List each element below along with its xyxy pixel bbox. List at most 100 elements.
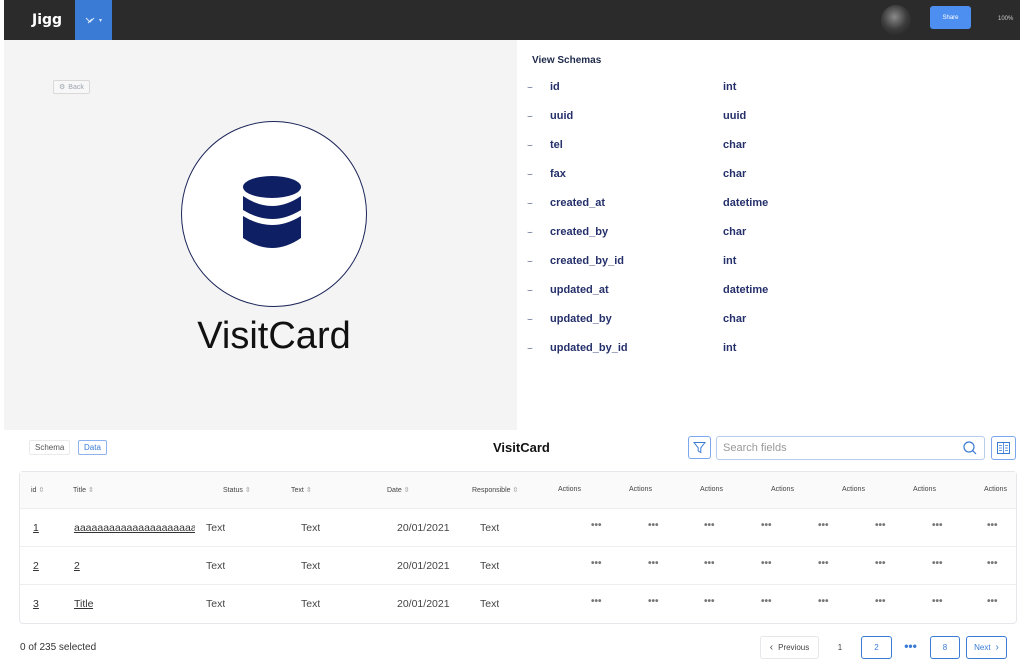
page-ellipsis[interactable]: •••: [898, 634, 923, 657]
eye-closed-icon[interactable]: ⌣: [527, 314, 541, 325]
cell-id[interactable]: 2: [33, 560, 39, 572]
more-actions-icon[interactable]: •••: [761, 558, 772, 569]
column-header[interactable]: Status ⇳: [223, 486, 251, 494]
field-name: id: [550, 81, 560, 93]
more-actions-icon[interactable]: •••: [875, 558, 886, 569]
eye-closed-icon[interactable]: ⌣: [527, 82, 541, 93]
user-avatar[interactable]: [881, 5, 911, 35]
share-button[interactable]: Share: [930, 6, 971, 29]
more-actions-icon[interactable]: •••: [704, 596, 715, 607]
search-icon[interactable]: [962, 440, 978, 456]
chevron-left-icon: ‹: [769, 642, 774, 653]
column-header[interactable]: id ⇳: [31, 486, 44, 494]
next-button[interactable]: Next ›: [966, 636, 1007, 659]
column-header[interactable]: Text ⇳: [291, 486, 312, 494]
column-header-label: Actions: [913, 486, 936, 493]
eye-closed-icon[interactable]: ⌣: [527, 140, 541, 151]
sort-icon[interactable]: ⇳: [404, 487, 410, 494]
sort-icon[interactable]: ⇳: [88, 487, 94, 494]
page-2[interactable]: 2: [861, 636, 892, 659]
page-8[interactable]: 8: [930, 636, 960, 659]
more-actions-icon[interactable]: •••: [987, 558, 998, 569]
eye-closed-icon[interactable]: ⌣: [527, 285, 541, 296]
schema-field-row[interactable]: ⌣ tel char: [527, 135, 1007, 155]
table-row[interactable]: 1 aaaaaaaaaaaaaaaaaaaaaaaaa Text Text 20/01/…: [20, 509, 1016, 547]
eye-closed-icon[interactable]: ⌣: [527, 169, 541, 180]
sort-icon[interactable]: ⇳: [245, 487, 251, 494]
cell-title[interactable]: aaaaaaaaaaaaaaaaaaaaaaaaa: [74, 522, 195, 534]
more-actions-icon[interactable]: •••: [875, 596, 886, 607]
more-actions-icon[interactable]: •••: [987, 520, 998, 531]
back-button[interactable]: ⚙ Back: [53, 80, 90, 94]
schema-field-row[interactable]: ⌣ created_by_id int: [527, 251, 1007, 271]
columns-icon: [997, 442, 1010, 454]
zoom-level[interactable]: 100%: [998, 16, 1013, 22]
more-actions-icon[interactable]: •••: [704, 558, 715, 569]
cell-status: Text: [206, 522, 226, 534]
gear-icon: ⚙: [59, 84, 66, 91]
more-actions-icon[interactable]: •••: [932, 596, 943, 607]
more-actions-icon[interactable]: •••: [987, 596, 998, 607]
more-actions-icon[interactable]: •••: [591, 596, 602, 607]
schema-field-row[interactable]: ⌣ fax char: [527, 164, 1007, 184]
sort-icon[interactable]: ⇳: [513, 487, 519, 494]
more-actions-icon[interactable]: •••: [818, 596, 829, 607]
eye-closed-icon[interactable]: ⌣: [527, 227, 541, 238]
previous-button[interactable]: ‹ Previous: [760, 636, 819, 659]
eye-closed-icon[interactable]: ⌣: [527, 343, 541, 354]
field-type: char: [723, 139, 747, 151]
column-header[interactable]: Responsible ⇳: [472, 486, 518, 494]
eye-closed-icon[interactable]: ⌣: [527, 256, 541, 267]
chevron-down-icon: ▾: [98, 17, 102, 24]
more-actions-icon[interactable]: •••: [648, 558, 659, 569]
more-actions-icon[interactable]: •••: [648, 596, 659, 607]
search-field[interactable]: Search fields: [716, 436, 985, 460]
column-header[interactable]: Date ⇳: [387, 486, 410, 494]
column-header: Actions: [700, 486, 723, 493]
column-header-label: Actions: [558, 486, 581, 493]
entity-name: VisitCard: [197, 315, 351, 357]
more-actions-icon[interactable]: •••: [761, 596, 772, 607]
eye-closed-icon[interactable]: ⌣: [527, 198, 541, 209]
more-actions-icon[interactable]: •••: [818, 520, 829, 531]
mode-switcher-button[interactable]: ▾: [75, 0, 112, 40]
more-actions-icon[interactable]: •••: [591, 558, 602, 569]
app-logo[interactable]: Jigg: [32, 12, 62, 28]
more-actions-icon[interactable]: •••: [818, 558, 829, 569]
sort-icon[interactable]: ⇳: [38, 487, 44, 494]
column-settings-button[interactable]: [991, 436, 1016, 460]
cell-id[interactable]: 1: [33, 522, 39, 534]
schema-field-row[interactable]: ⌣ created_at datetime: [527, 193, 1007, 213]
eye-closed-icon[interactable]: ⌣: [527, 111, 541, 122]
tab-data[interactable]: Data: [78, 440, 107, 455]
table-row[interactable]: 2 2 Text Text 20/01/2021 Text ••• ••• ••• ••• ••• •…: [20, 547, 1016, 585]
more-actions-icon[interactable]: •••: [875, 520, 886, 531]
more-actions-icon[interactable]: •••: [932, 520, 943, 531]
sort-icon[interactable]: ⇳: [306, 487, 312, 494]
more-actions-icon[interactable]: •••: [704, 520, 715, 531]
table-row[interactable]: 3 Title Text Text 20/01/2021 Text ••• ••• ••• •••…: [20, 585, 1016, 623]
more-actions-icon[interactable]: •••: [648, 520, 659, 531]
schema-field-row[interactable]: ⌣ updated_by char: [527, 309, 1007, 329]
table-header: id ⇳ Title ⇳ Status ⇳ Text ⇳ Date ⇳ Responsible ⇳ Ac…: [20, 472, 1016, 509]
cell-date: 20/01/2021: [397, 522, 450, 534]
column-header-label: Title: [73, 487, 86, 494]
filter-button[interactable]: [688, 436, 711, 459]
cell-id[interactable]: 3: [33, 598, 39, 610]
more-actions-icon[interactable]: •••: [932, 558, 943, 569]
schema-field-row[interactable]: ⌣ created_by char: [527, 222, 1007, 242]
cell-title[interactable]: 2: [74, 560, 80, 572]
schema-field-row[interactable]: ⌣ id int: [527, 77, 1007, 97]
cell-title[interactable]: Title: [74, 598, 93, 610]
more-actions-icon[interactable]: •••: [761, 520, 772, 531]
page-1[interactable]: 1: [829, 636, 851, 659]
column-header-label: Actions: [700, 486, 723, 493]
more-actions-icon[interactable]: •••: [591, 520, 602, 531]
schema-field-row[interactable]: ⌣ uuid uuid: [527, 106, 1007, 126]
column-header[interactable]: Title ⇳: [73, 486, 94, 494]
field-type: uuid: [723, 110, 747, 122]
tab-schema[interactable]: Schema: [29, 440, 71, 455]
schema-field-row[interactable]: ⌣ updated_at datetime: [527, 280, 1007, 300]
schema-field-row[interactable]: ⌣ updated_by_id int: [527, 338, 1007, 358]
field-type: int: [723, 255, 737, 267]
